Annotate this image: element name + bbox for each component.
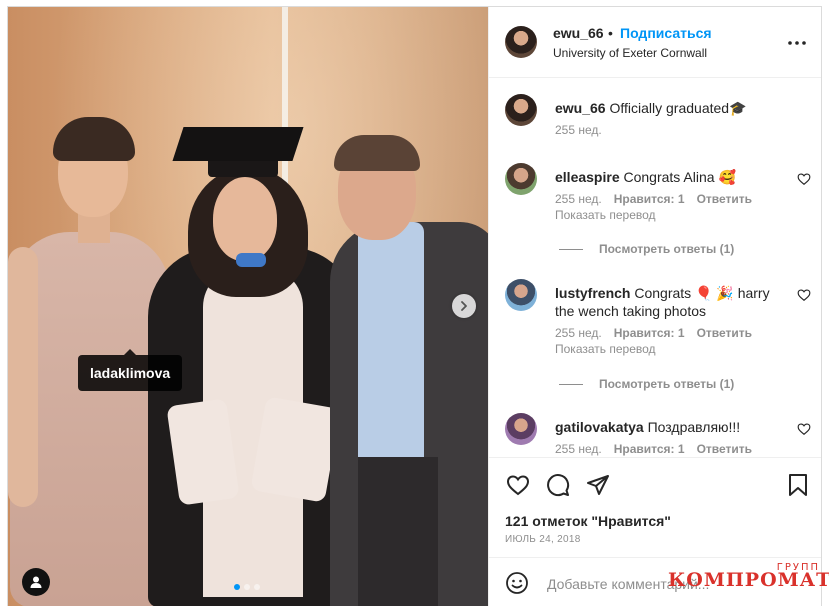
reply-button[interactable]: Ответить bbox=[697, 192, 752, 206]
comment-time[interactable]: 255 нед. bbox=[555, 442, 602, 456]
avatar[interactable] bbox=[505, 94, 537, 126]
separator-dot: • bbox=[608, 25, 613, 41]
view-replies-button[interactable]: Посмотреть ответы (1) bbox=[559, 377, 734, 391]
comment-item: lustyfrench Congrats 🎈 🎉 harry the wench… bbox=[489, 279, 821, 399]
caption: ewu_66 Officially graduated🎓 255 нед. bbox=[489, 94, 821, 144]
comment-username[interactable]: gatilovakatya bbox=[555, 419, 644, 435]
bookmark-icon bbox=[789, 474, 807, 496]
comment-likes-count[interactable]: Нравится: 1 bbox=[614, 326, 685, 340]
carousel-indicator bbox=[234, 584, 260, 590]
show-translation-link[interactable]: Показать перевод bbox=[555, 342, 656, 356]
heart-icon[interactable] bbox=[797, 422, 811, 436]
share-button[interactable] bbox=[585, 472, 611, 498]
heart-icon bbox=[506, 475, 530, 496]
chevron-right-icon bbox=[461, 301, 467, 311]
next-photo-button[interactable] bbox=[452, 294, 476, 318]
tagged-users-button[interactable] bbox=[22, 568, 50, 596]
mortarboard-cap bbox=[172, 127, 304, 161]
carousel-dot bbox=[254, 584, 260, 590]
comment-username[interactable]: lustyfrench bbox=[555, 285, 630, 301]
follow-button[interactable]: Подписаться bbox=[620, 25, 712, 41]
comment-body: Поздравляю!!! bbox=[647, 419, 741, 435]
view-replies-button[interactable]: Посмотреть ответы (1) bbox=[559, 242, 734, 256]
user-tag[interactable]: ladaklimova bbox=[78, 349, 183, 391]
comment-likes-count[interactable]: Нравится: 1 bbox=[614, 192, 685, 206]
more-options-button[interactable] bbox=[785, 31, 809, 55]
instagram-post-modal: ladaklimova ewu_66 • Подписаться Univers… bbox=[7, 6, 822, 606]
comment-time[interactable]: 255 нед. bbox=[555, 326, 602, 340]
comment-time[interactable]: 255 нед. bbox=[555, 192, 602, 206]
reply-button[interactable]: Ответить bbox=[697, 326, 752, 340]
avatar[interactable] bbox=[505, 163, 537, 195]
heart-icon[interactable] bbox=[797, 172, 811, 186]
more-icon bbox=[788, 41, 806, 45]
comment-body: Officially graduated🎓 bbox=[609, 100, 747, 116]
post-side-panel: ewu_66 • Подписаться University of Exete… bbox=[488, 7, 821, 606]
comment-input[interactable] bbox=[545, 572, 809, 596]
post-header: ewu_66 • Подписаться University of Exete… bbox=[489, 7, 821, 78]
reply-button[interactable]: Ответить bbox=[697, 442, 752, 456]
comment-username[interactable]: ewu_66 bbox=[555, 100, 606, 116]
post-photo[interactable]: ladaklimova bbox=[8, 7, 488, 606]
user-icon bbox=[30, 576, 42, 588]
comment-icon bbox=[547, 474, 570, 497]
view-replies-label: Посмотреть ответы (1) bbox=[599, 377, 735, 391]
avatar[interactable] bbox=[505, 279, 537, 311]
heart-icon[interactable] bbox=[797, 288, 811, 302]
like-button[interactable] bbox=[505, 472, 531, 498]
emoji-icon[interactable] bbox=[505, 571, 529, 595]
show-translation-link[interactable]: Показать перевод bbox=[555, 208, 656, 222]
send-icon bbox=[587, 475, 609, 495]
comment-item: gatilovakatya Поздравляю!!! 255 нед. Нра… bbox=[489, 413, 821, 457]
comment-item: elleaspire Congrats Alina 🥰 255 нед. Нра… bbox=[489, 163, 821, 256]
comment-button[interactable] bbox=[545, 472, 571, 498]
likes-count[interactable]: 121 отметок "Нравится" bbox=[505, 513, 671, 529]
graduate-face bbox=[213, 177, 277, 261]
comment-likes-count[interactable]: Нравится: 1 bbox=[614, 442, 685, 456]
view-replies-label: Посмотреть ответы (1) bbox=[599, 242, 735, 256]
comment-body: Congrats Alina 🥰 bbox=[623, 169, 736, 185]
save-button[interactable] bbox=[785, 472, 811, 498]
comment-username[interactable]: elleaspire bbox=[555, 169, 620, 185]
post-actions: 121 отметок "Нравится" ИЮЛЬ 24, 2018 bbox=[489, 457, 821, 558]
comments-list[interactable]: ewu_66 Officially graduated🎓 255 нед. el… bbox=[489, 77, 821, 457]
add-comment-bar bbox=[489, 557, 821, 606]
carousel-dot bbox=[244, 584, 250, 590]
avatar[interactable] bbox=[505, 413, 537, 445]
location-link[interactable]: University of Exeter Cornwall bbox=[553, 46, 707, 60]
post-date[interactable]: ИЮЛЬ 24, 2018 bbox=[505, 534, 581, 545]
carousel-dot bbox=[234, 584, 240, 590]
comment-time[interactable]: 255 нед. bbox=[555, 123, 602, 137]
author-username[interactable]: ewu_66 bbox=[553, 25, 604, 41]
avatar[interactable] bbox=[505, 26, 537, 58]
